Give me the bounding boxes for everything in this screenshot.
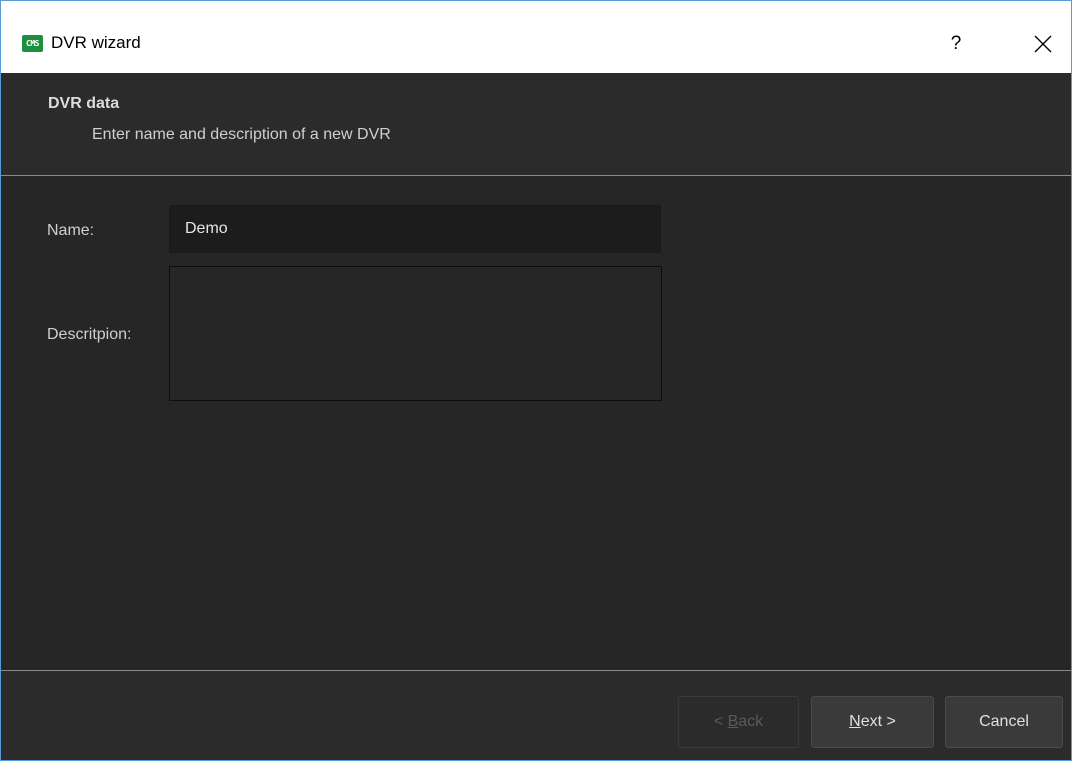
next-button-mnemonic: N <box>849 713 861 730</box>
wizard-button-bar: < Back Next > Cancel <box>1 671 1071 760</box>
page-subtitle: Enter name and description of a new DVR <box>92 126 391 143</box>
back-button-prefix: < <box>713 713 728 730</box>
next-button[interactable]: Next > <box>811 696 934 748</box>
cancel-button[interactable]: Cancel <box>945 696 1063 748</box>
wizard-page-header: DVR data Enter name and description of a… <box>1 73 1071 175</box>
close-button[interactable] <box>1023 27 1063 61</box>
back-button[interactable]: < Back <box>678 696 799 748</box>
next-button-rest: ext > <box>860 713 896 730</box>
name-input[interactable] <box>169 205 661 253</box>
title-bar[interactable]: CMS DVR wizard ? <box>1 1 1071 73</box>
help-button[interactable]: ? <box>936 27 976 61</box>
dvr-wizard-window: CMS DVR wizard ? DVR data Enter name and… <box>0 0 1072 761</box>
app-logo-icon: CMS <box>22 35 43 52</box>
back-button-mnemonic: B <box>727 713 739 730</box>
wizard-body: Name: Descritpion: <box>1 176 1071 670</box>
name-label: Name: <box>47 222 95 239</box>
description-textarea[interactable] <box>169 266 662 401</box>
back-button-rest: ack <box>738 713 764 730</box>
window-title: DVR wizard <box>51 33 141 52</box>
page-title: DVR data <box>48 95 120 112</box>
close-icon <box>1034 35 1052 53</box>
description-label: Descritpion: <box>47 326 132 343</box>
